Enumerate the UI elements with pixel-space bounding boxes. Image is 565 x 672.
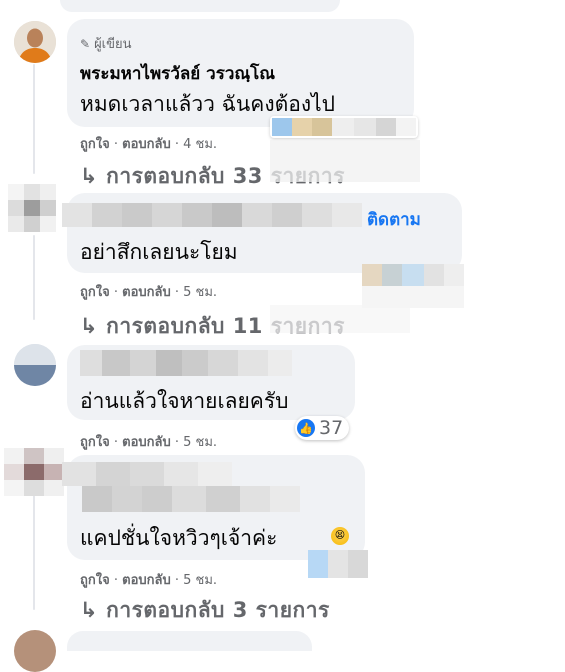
- reaction-summary-blurred[interactable]: [270, 116, 418, 138]
- avatar-blurred[interactable]: [14, 344, 56, 386]
- reply-arrow-icon: ↳: [80, 598, 99, 622]
- reaction-summary[interactable]: 👍 37: [295, 416, 350, 440]
- next-bubble-edge: [67, 631, 312, 651]
- comment-actions: ถูกใจ · ตอบกลับ · 4 ชม.: [80, 137, 218, 152]
- thread-line: [33, 235, 35, 320]
- timestamp[interactable]: 5 ชม.: [183, 285, 217, 300]
- like-action[interactable]: ถูกใจ: [80, 573, 110, 588]
- comment-author[interactable]: พระมหาไพรวัลย์ วรวณฺโณ: [80, 60, 275, 87]
- comment-text: อย่าสึกเลยนะโยม: [80, 240, 238, 264]
- author-badge: ✎ ผู้เขียน: [80, 37, 132, 52]
- comment-text: แคปชั่นใจหวิวๆเจ้าค่ะ: [80, 526, 278, 550]
- reply-link-blur: [270, 140, 420, 182]
- avatar-blurred[interactable]: [4, 448, 64, 496]
- reply-action[interactable]: ตอบกลับ: [122, 573, 171, 588]
- timestamp[interactable]: 4 ชม.: [183, 137, 217, 152]
- like-action[interactable]: ถูกใจ: [80, 435, 110, 450]
- comment-actions: ถูกใจ · ตอบกลับ · 5 ชม.: [80, 573, 218, 588]
- like-icon: 👍: [297, 419, 315, 437]
- reply-arrow-icon: ↳: [80, 164, 99, 188]
- avatar[interactable]: [14, 630, 56, 672]
- previous-bubble-edge: [60, 0, 340, 12]
- avatar[interactable]: [14, 21, 56, 63]
- author-name-blurred[interactable]: [62, 462, 300, 512]
- like-action[interactable]: ถูกใจ: [80, 285, 110, 300]
- reply-arrow-icon: ↳: [80, 314, 99, 338]
- thread-line: [33, 64, 35, 174]
- comment-actions: ถูกใจ · ตอบกลับ · 5 ชม.: [80, 285, 218, 300]
- author-name-blurred[interactable]: [80, 350, 292, 376]
- follow-button[interactable]: ติดตาม: [367, 206, 421, 233]
- reaction-count: 37: [319, 417, 344, 439]
- reply-link-blur: [270, 305, 410, 333]
- reaction-summary-blurred[interactable]: [308, 550, 368, 578]
- reply-action[interactable]: ตอบกลับ: [122, 137, 171, 152]
- reply-action[interactable]: ตอบกลับ: [122, 285, 171, 300]
- pencil-icon: ✎: [80, 37, 91, 51]
- like-action[interactable]: ถูกใจ: [80, 137, 110, 152]
- monk-avatar-image: [14, 21, 56, 63]
- tired-face-emoji-icon: 😫: [331, 527, 349, 545]
- thread-line: [33, 490, 35, 610]
- comment-text: อ่านแล้วใจหายเลยครับ: [80, 389, 289, 413]
- view-replies-link[interactable]: ↳ การตอบกลับ 3 รายการ: [80, 594, 330, 627]
- author-name-blurred[interactable]: [62, 203, 362, 227]
- timestamp[interactable]: 5 ชม.: [183, 573, 217, 588]
- reaction-summary-blurred[interactable]: [362, 264, 464, 308]
- comment-actions: ถูกใจ · ตอบกลับ · 5 ชม.: [80, 435, 218, 450]
- avatar-blurred[interactable]: [8, 184, 56, 232]
- timestamp[interactable]: 5 ชม.: [183, 435, 217, 450]
- reply-action[interactable]: ตอบกลับ: [122, 435, 171, 450]
